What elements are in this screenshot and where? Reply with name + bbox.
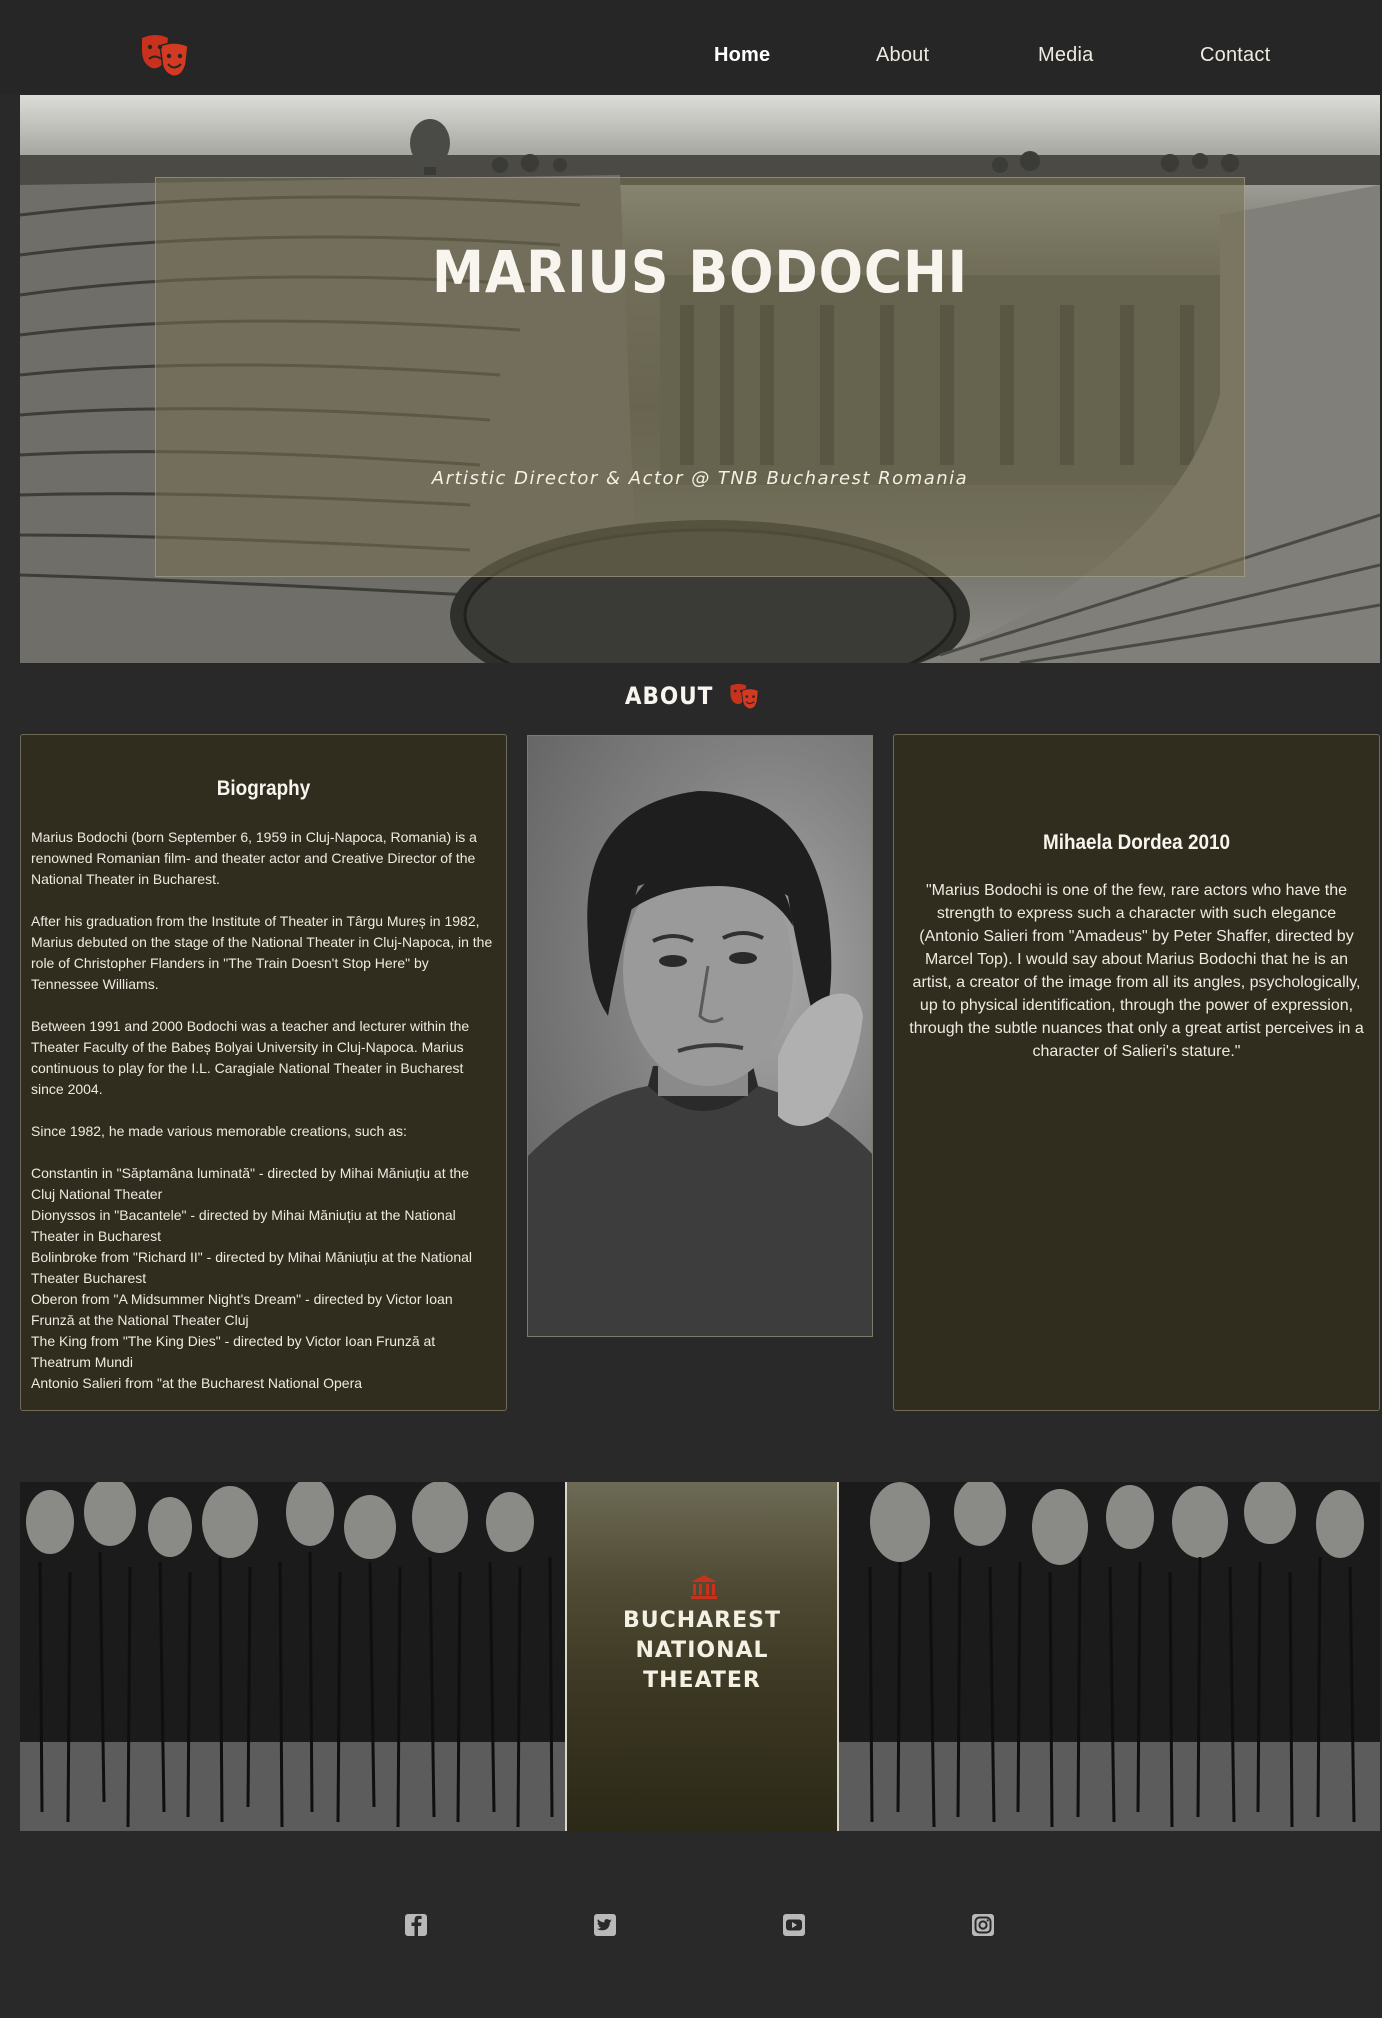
- banner-title: BUCHAREST NATIONAL THEATER: [567, 1606, 837, 1696]
- instagram-icon[interactable]: [970, 1912, 996, 1938]
- quote-card: Mihaela Dordea 2010 "Marius Bodochi is o…: [893, 734, 1380, 1411]
- nav-about[interactable]: About: [876, 44, 929, 67]
- biography-title: Biography: [216, 777, 311, 800]
- hero-banner: MARIUS BODOCHI Artistic Director & Actor…: [20, 95, 1380, 663]
- hero-subtitle: Artistic Director & Actor @ TNB Buchares…: [431, 468, 969, 489]
- portrait-photo: [527, 735, 873, 1337]
- about-heading: ABOUT: [0, 682, 1382, 718]
- role-item: Constantin in "Săptamâna luminată" - dir…: [31, 1165, 469, 1202]
- nav-media[interactable]: Media: [1038, 44, 1093, 67]
- role-item: The King from "The King Dies" - directed…: [31, 1333, 436, 1370]
- banner-center-panel[interactable]: BUCHAREST NATIONAL THEATER: [565, 1482, 839, 1831]
- youtube-icon[interactable]: [781, 1912, 807, 1938]
- biography-paragraph: Marius Bodochi (born September 6, 1959 i…: [31, 829, 477, 887]
- about-heading-text: ABOUT: [624, 682, 713, 710]
- banner-title-line: BUCHAREST NATIONAL: [622, 1608, 782, 1663]
- role-item: Oberon from "A Midsummer Night's Dream" …: [31, 1291, 453, 1328]
- theater-masks-icon: [730, 683, 760, 710]
- theater-banner[interactable]: BUCHAREST NATIONAL THEATER: [20, 1482, 1380, 1831]
- facebook-icon[interactable]: [403, 1912, 429, 1938]
- theater-masks-icon[interactable]: [138, 32, 194, 78]
- hero-title: MARIUS BODOCHI: [431, 238, 969, 306]
- quote-author: Mihaela Dordea 2010: [1042, 831, 1230, 854]
- twitter-icon[interactable]: [592, 1912, 618, 1938]
- role-item: Antonio Salieri from "at the Bucharest N…: [31, 1375, 363, 1391]
- quote-text: "Marius Bodochi is one of the few, rare …: [909, 882, 1364, 1060]
- roles-list: Constantin in "Săptamâna luminată" - dir…: [31, 1163, 496, 1394]
- role-item: Dionyssos in "Bacantele" - directed by M…: [31, 1207, 456, 1244]
- hero-panel: MARIUS BODOCHI Artistic Director & Actor…: [155, 177, 1245, 577]
- top-nav: Home About Media Contact: [0, 0, 1382, 94]
- role-item: Bolinbroke from "Richard II" - directed …: [31, 1249, 473, 1286]
- biography-paragraph: After his graduation from the Institute …: [31, 913, 493, 992]
- landmark-icon: [691, 1575, 717, 1599]
- biography-paragraph: Since 1982, he made various memorable cr…: [31, 1123, 407, 1139]
- banner-title-line: THEATER: [643, 1668, 761, 1693]
- biography-card: Biography Marius Bodochi (born September…: [20, 734, 507, 1411]
- biography-paragraph: Between 1991 and 2000 Bodochi was a teac…: [31, 1018, 470, 1097]
- nav-contact[interactable]: Contact: [1200, 44, 1270, 67]
- nav-home[interactable]: Home: [714, 44, 770, 67]
